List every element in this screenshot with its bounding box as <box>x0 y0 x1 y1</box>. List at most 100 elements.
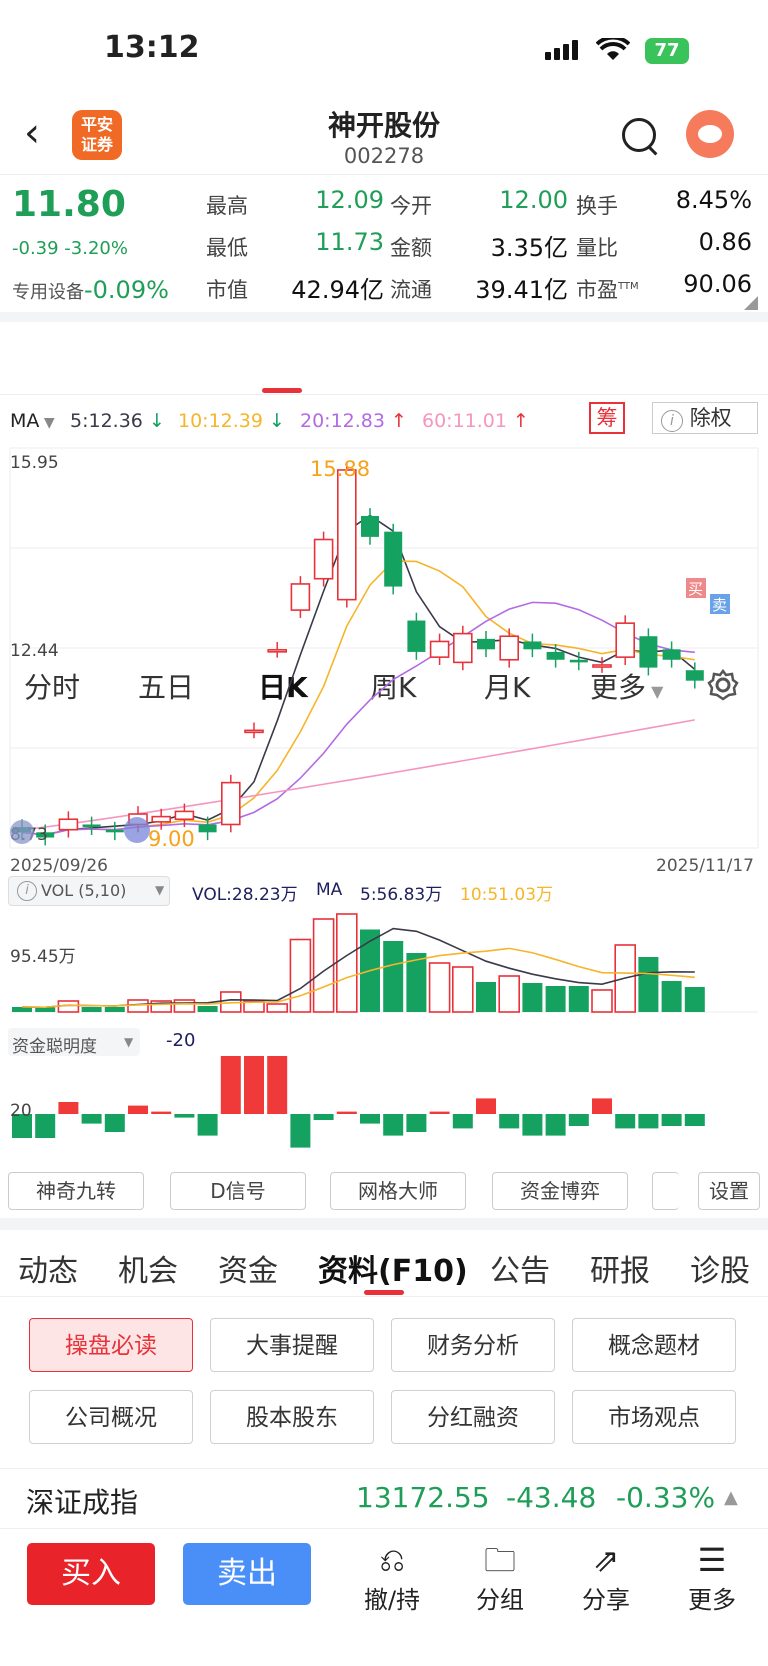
tab-announcements[interactable]: 公告 <box>490 1246 550 1290</box>
x-end-date: 2025/11/17 <box>656 856 754 876</box>
corner-triangle-icon <box>744 296 758 310</box>
fund-bar <box>522 1114 543 1136</box>
tab-f10[interactable]: 资料(F10) <box>318 1246 468 1290</box>
tab-funds[interactable]: 资金 <box>218 1246 278 1290</box>
ma60-line <box>21 719 695 831</box>
tab-news[interactable]: 动态 <box>18 1246 78 1290</box>
ma20-line <box>21 601 695 836</box>
last-price: 11.80 <box>12 184 126 225</box>
avatar[interactable] <box>686 110 734 158</box>
tool-d-signal-button[interactable]: D信号 <box>170 1172 306 1210</box>
tool-grid-master-button[interactable]: 网格大师 <box>330 1172 466 1210</box>
f10-company-button[interactable]: 公司概况 <box>29 1390 193 1444</box>
f10-market-view-button[interactable]: 市场观点 <box>572 1390 736 1444</box>
dropdown-arrow-icon: ▼ <box>124 1035 134 1049</box>
share-icon: ⇗ <box>592 1541 620 1579</box>
fund-bar <box>104 1114 125 1132</box>
f10-financial-button[interactable]: 财务分析 <box>391 1318 555 1372</box>
cancel-hold-button[interactable]: ⎌ 撤/持 <box>352 1540 432 1615</box>
candle <box>151 815 171 823</box>
tool-settings-button[interactable]: 设置 <box>698 1172 760 1210</box>
search-icon[interactable] <box>622 118 656 152</box>
candle <box>639 636 658 668</box>
stat-value: 0.86 <box>698 228 752 256</box>
tab-diagnosis[interactable]: 诊股 <box>690 1246 750 1290</box>
fund-bar <box>267 1056 288 1114</box>
volume-bar <box>568 986 589 1012</box>
candle <box>407 620 426 652</box>
ma-label: MA <box>10 410 40 432</box>
f10-shareholders-button[interactable]: 股本股东 <box>210 1390 374 1444</box>
candle <box>592 664 612 668</box>
fund-indicator-selector[interactable]: 资金聪明度 ▼ <box>8 1028 140 1057</box>
volume-ma-label: MA <box>316 880 343 900</box>
candle <box>523 641 542 650</box>
stat-label: 今开 <box>390 194 432 218</box>
chip-distribution-button[interactable]: 筹 <box>589 402 625 434</box>
fund-bar <box>151 1111 172 1114</box>
fund-bar <box>429 1111 450 1114</box>
section-gap <box>0 312 768 322</box>
candle <box>336 469 357 601</box>
tool-fund-game-button[interactable]: 资金博弈 <box>492 1172 628 1210</box>
overlay-handle-icon[interactable] <box>124 817 150 843</box>
tab-research[interactable]: 研报 <box>590 1246 650 1290</box>
ma-selector[interactable]: MA ▼ <box>10 410 55 432</box>
kline-chart[interactable]: 15.95 12.44 8.73 15.88 9.00 买 卖 <box>0 446 768 856</box>
tool-nine-turn-button[interactable]: 神奇九转 <box>8 1172 144 1210</box>
group-label: 分组 <box>476 1586 524 1614</box>
fund-bar <box>592 1098 612 1114</box>
candle <box>615 622 636 658</box>
volume-bar <box>81 1007 102 1012</box>
stat-value: 11.73 <box>315 228 384 256</box>
volume-chart[interactable]: 95.45万 <box>0 906 768 1016</box>
candle <box>452 632 473 664</box>
volume-indicator-selector[interactable]: i VOL (5,10) ▼ <box>8 876 170 906</box>
share-button[interactable]: ⇗ 分享 <box>566 1540 646 1615</box>
candle <box>82 824 101 828</box>
tab-opportunity[interactable]: 机会 <box>118 1246 178 1290</box>
candle <box>361 515 379 537</box>
volume-y-label: 95.45万 <box>10 947 76 967</box>
candle <box>174 810 195 821</box>
index-ticker[interactable]: 深证成指 13172.55 -43.48 -0.33% ▲ <box>0 1468 768 1529</box>
fund-y-label: 20 <box>10 1101 32 1121</box>
active-tab-indicator <box>262 388 302 393</box>
adjust-rights-button[interactable]: i 除权 <box>652 402 758 434</box>
volume-bar <box>104 1007 125 1012</box>
stat-label: 量比 <box>576 236 618 260</box>
index-name: 深证成指 <box>26 1486 139 1519</box>
sector-info[interactable]: 专用设备-0.09% <box>12 276 169 304</box>
ma60-value: 60:11.01 ↑ <box>422 410 529 432</box>
fund-bar <box>638 1114 659 1129</box>
candle <box>198 824 217 833</box>
index-change-percent: -0.33% <box>616 1481 716 1514</box>
volume-bar <box>498 975 521 1013</box>
trough-label: 9.00 <box>148 827 195 851</box>
fund-indicator-chart[interactable]: 20 <box>0 1056 768 1166</box>
f10-events-button[interactable]: 大事提醒 <box>210 1318 374 1372</box>
expand-up-icon[interactable]: ▲ <box>724 1487 738 1508</box>
ma10-line <box>21 560 695 836</box>
fund-bar <box>35 1114 56 1138</box>
buy-button[interactable]: 买入 <box>27 1543 155 1605</box>
f10-dividend-button[interactable]: 分红融资 <box>391 1390 555 1444</box>
volume-selector-label: VOL (5,10) <box>41 881 127 900</box>
group-button[interactable]: 🗀 分组 <box>460 1540 540 1615</box>
adjust-rights-label: 除权 <box>689 406 732 430</box>
ma5-value: 5:12.36 ↓ <box>70 410 165 432</box>
status-bar: 13:12 77 <box>0 0 768 100</box>
more-button[interactable]: ☰ 更多 <box>672 1540 752 1615</box>
volume-bar <box>35 1007 56 1012</box>
candle <box>384 531 403 587</box>
f10-must-read-button[interactable]: 操盘必读 <box>29 1318 193 1372</box>
scroll-left-handle-icon[interactable] <box>10 820 34 844</box>
fund-bar <box>290 1114 311 1148</box>
volume-ma10: 10:51.03万 <box>460 885 554 905</box>
volume-bar <box>522 983 543 1012</box>
f10-concepts-button[interactable]: 概念题材 <box>572 1318 736 1372</box>
sell-button[interactable]: 卖出 <box>183 1543 311 1605</box>
tool-partial-button[interactable] <box>652 1172 679 1210</box>
battery-indicator: 77 <box>645 38 689 64</box>
stat-value: 42.94亿 <box>291 276 384 304</box>
